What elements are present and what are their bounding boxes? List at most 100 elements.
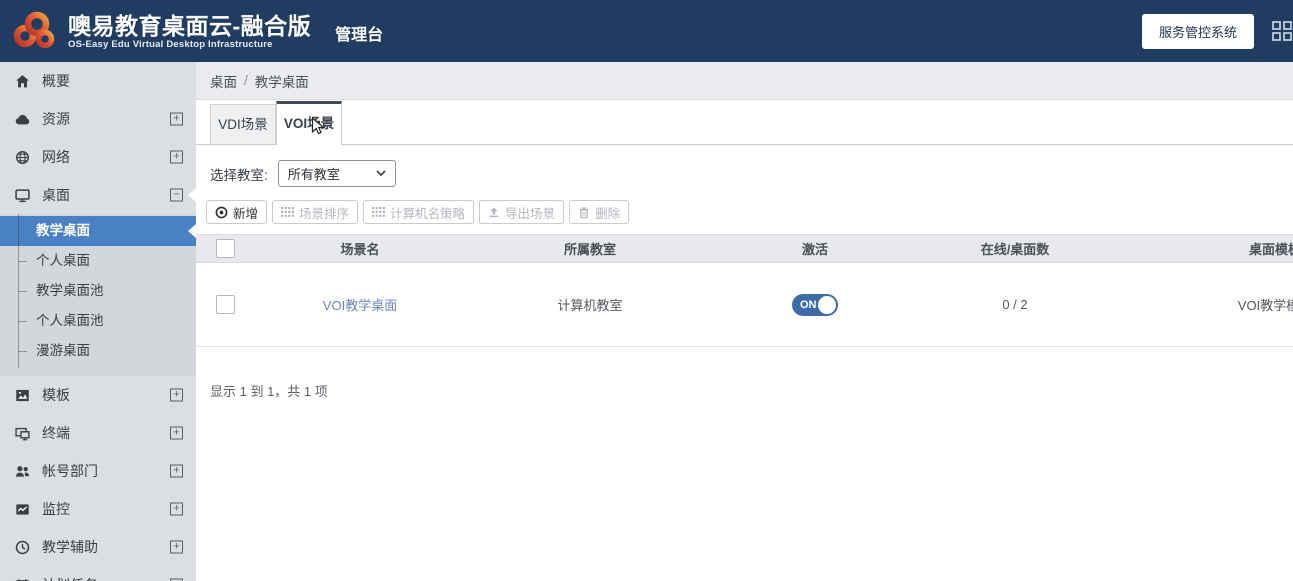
classroom-select[interactable]: 所有教室: [277, 160, 396, 187]
col-classroom: 所属教室: [460, 234, 720, 263]
sidebar-subitem-personal-pool[interactable]: 个人桌面池: [0, 306, 196, 336]
breadcrumb: 桌面 / 教学桌面: [196, 62, 1293, 100]
sidebar-subitem-teaching-pool[interactable]: 教学桌面池: [0, 276, 196, 306]
col-online-count: 在线/桌面数: [910, 234, 1120, 263]
add-button[interactable]: 新增: [206, 200, 268, 224]
sidebar-item-label: 监控: [42, 501, 70, 517]
globe-icon: [14, 149, 30, 165]
desktop-submenu: 教学桌面 个人桌面 教学桌面池 个人桌面池 漫游桌面: [0, 214, 196, 376]
sidebar-item-monitoring[interactable]: 监控 +: [0, 490, 196, 528]
monitoring-icon: [14, 501, 30, 517]
calendar-icon: [14, 577, 30, 581]
sidebar-item-desktop[interactable]: 桌面 −: [0, 176, 196, 214]
selected-wedge: [188, 224, 196, 238]
desktop-icon: [14, 187, 30, 203]
tree-tick: [18, 321, 27, 322]
sidebar-subitem-teaching-desktop[interactable]: 教学桌面: [0, 216, 196, 246]
sidebar-subitem-roaming-desktop[interactable]: 漫游桌面: [0, 336, 196, 366]
toggle-knob: [818, 295, 836, 314]
export-scene-label: 导出场景: [505, 206, 556, 221]
main-content: 桌面 / 教学桌面 VDI场景 VOI场景 选择教室: 所有教室 新增 场景排序…: [196, 62, 1293, 581]
subitem-label: 漫游桌面: [36, 343, 90, 358]
col-scene-name: 场景名: [260, 234, 460, 263]
add-icon: [215, 206, 228, 218]
pagination-summary: 显示 1 到 1，共 1 项: [210, 384, 328, 399]
expand-icon[interactable]: +: [170, 540, 183, 554]
expand-icon[interactable]: +: [170, 464, 183, 478]
sidebar-item-label: 帐号部门: [42, 463, 98, 479]
sidebar-item-scheduled-tasks[interactable]: 计划任务 +: [0, 566, 196, 581]
sidebar-item-label: 概要: [42, 73, 70, 89]
sidebar-subitem-personal-desktop[interactable]: 个人桌面: [0, 246, 196, 276]
sidebar-item-label: 教学辅助: [42, 539, 98, 555]
sidebar-item-label: 终端: [42, 425, 70, 441]
app-subtitle: OS-Easy Edu Virtual Desktop Infrastructu…: [68, 38, 273, 50]
select-all-checkbox[interactable]: [216, 239, 235, 258]
expand-icon[interactable]: +: [170, 112, 183, 126]
console-label: 管理台: [335, 27, 384, 44]
os-easy-logo-icon: [13, 11, 55, 49]
apps-grid-icon[interactable]: [1272, 21, 1292, 41]
row-checkbox[interactable]: [216, 295, 235, 314]
tree-tick: [18, 261, 27, 262]
delete-icon: [579, 206, 589, 218]
sidebar-item-accounts[interactable]: 帐号部门 +: [0, 452, 196, 490]
sidebar-item-template[interactable]: 模板 +: [0, 376, 196, 414]
scene-table: 场景名 所属教室 激活 在线/桌面数 桌面模板 VOI教学桌面 计算机教室 ON: [196, 234, 1293, 347]
subitem-label: 个人桌面池: [36, 313, 104, 328]
tab-strip: VDI场景 VOI场景: [196, 100, 1293, 145]
classroom-filter: 选择教室: 所有教室: [210, 160, 1293, 187]
scene-sort-button[interactable]: 场景排序: [272, 200, 359, 224]
row-online-count: 0 / 2: [1002, 297, 1028, 312]
row-classroom: 计算机教室: [557, 298, 623, 313]
app-header: 噢易教育桌面云-融合版 OS-Easy Edu Virtual Desktop …: [0, 0, 1293, 62]
breadcrumb-separator: /: [244, 73, 248, 88]
classroom-select-value: 所有教室: [287, 167, 340, 182]
expand-icon[interactable]: +: [170, 426, 183, 440]
col-active: 激活: [720, 234, 910, 263]
sidebar-item-network[interactable]: 网络 +: [0, 138, 196, 176]
collapse-icon[interactable]: −: [170, 188, 183, 202]
sidebar-item-label: 模板: [42, 387, 70, 403]
sidebar: 概要 资源 + 网络 + 桌面 − 教学桌面 个人桌面 教学桌面池 个人桌面池 …: [0, 62, 196, 581]
export-scene-button[interactable]: 导出场景: [479, 200, 565, 224]
computer-name-policy-label: 计算机名策略: [390, 206, 466, 221]
expand-icon[interactable]: +: [170, 502, 183, 516]
expand-icon[interactable]: +: [170, 388, 183, 402]
sidebar-item-label: 计划任务: [42, 575, 98, 581]
delete-button[interactable]: 删除: [569, 200, 630, 224]
selected-wedge: [188, 188, 196, 202]
sidebar-item-overview[interactable]: 概要: [0, 62, 196, 100]
chevron-down-icon: [376, 170, 386, 177]
clock-icon: [14, 539, 30, 555]
breadcrumb-desktop[interactable]: 桌面: [210, 71, 237, 91]
tree-tick: [18, 351, 27, 352]
grid-icon: [281, 207, 295, 217]
tab-voi-scene[interactable]: VOI场景: [276, 101, 342, 145]
table-row: VOI教学桌面 计算机教室 ON 0 / 2 VOI教学模板: [196, 263, 1293, 347]
table-header-row: 场景名 所属教室 激活 在线/桌面数 桌面模板: [196, 234, 1293, 263]
grid-icon: [372, 207, 386, 217]
classroom-filter-label: 选择教室:: [210, 167, 268, 183]
template-icon: [14, 387, 30, 403]
sidebar-item-terminal[interactable]: 终端 +: [0, 414, 196, 452]
expand-icon[interactable]: +: [170, 150, 183, 164]
scene-sort-label: 场景排序: [299, 206, 350, 221]
sidebar-item-teaching-assist[interactable]: 教学辅助 +: [0, 528, 196, 566]
delete-button-label: 删除: [595, 206, 621, 221]
active-toggle[interactable]: ON: [792, 293, 838, 316]
scene-name-link[interactable]: VOI教学桌面: [323, 298, 397, 313]
computer-name-policy-button[interactable]: 计算机名策略: [363, 200, 475, 224]
home-icon: [14, 73, 30, 89]
sidebar-item-label: 资源: [42, 111, 70, 127]
sidebar-item-label: 桌面: [42, 187, 70, 203]
users-icon: [14, 463, 30, 479]
service-control-button[interactable]: 服务管控系统: [1141, 13, 1254, 49]
col-desktop-template: 桌面模板: [1120, 234, 1293, 263]
scene-table-wrap: 场景名 所属教室 激活 在线/桌面数 桌面模板 VOI教学桌面 计算机教室 ON: [196, 234, 1293, 347]
sidebar-item-resources[interactable]: 资源 +: [0, 100, 196, 138]
tab-vdi-scene[interactable]: VDI场景: [210, 104, 276, 144]
toolbar: 新增 场景排序 计算机名策略 导出场景 删除: [206, 200, 1293, 224]
terminal-icon: [14, 425, 30, 441]
tree-tick: [18, 291, 27, 292]
